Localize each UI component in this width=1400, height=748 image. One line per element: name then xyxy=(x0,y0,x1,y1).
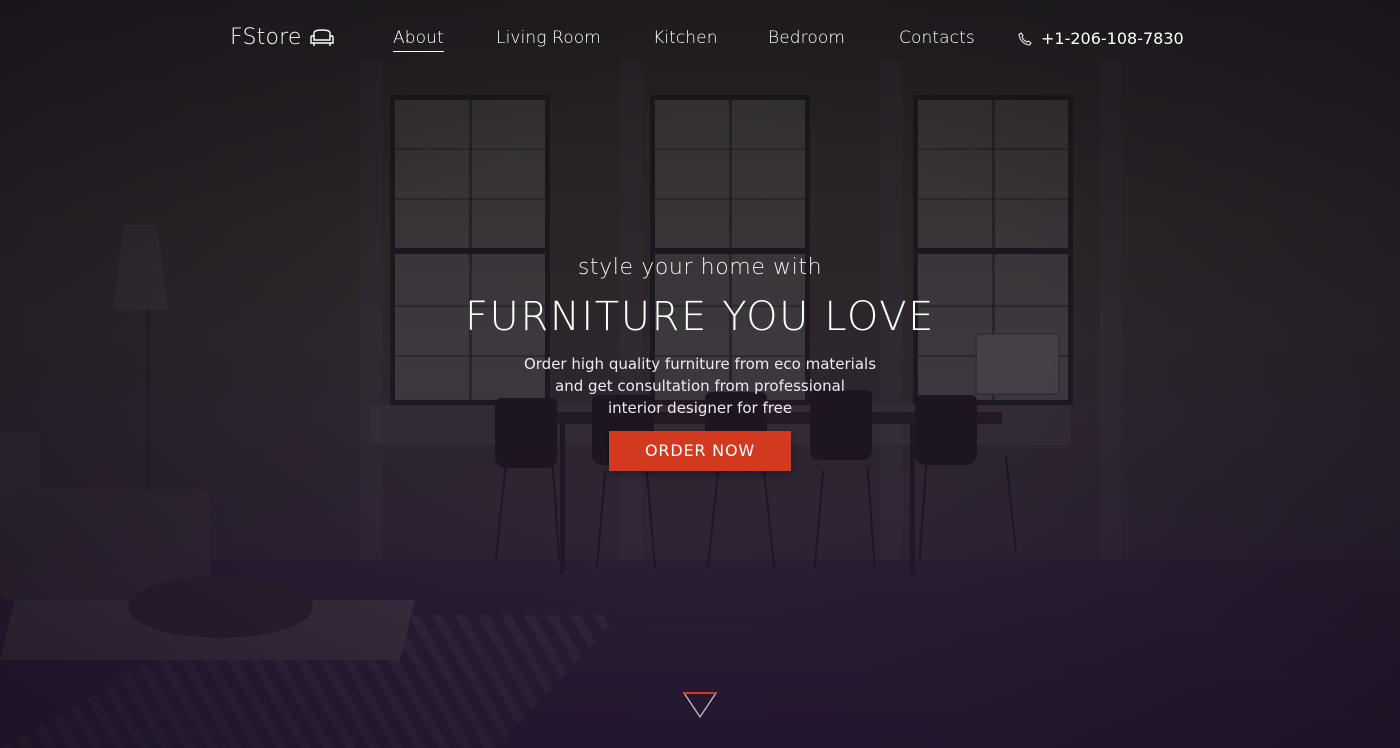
hero-description: Order high quality furniture from eco ma… xyxy=(0,353,1400,419)
nav-item-bedroom[interactable]: Bedroom xyxy=(768,28,845,48)
site-header: FStore About Living Room Kitchen Bedroom… xyxy=(0,0,1400,80)
hero-description-line: and get consultation from professional xyxy=(555,377,845,395)
phone-number: +1-206-108-7830 xyxy=(1041,29,1184,48)
nav-item-kitchen[interactable]: Kitchen xyxy=(653,28,718,48)
main-nav: About Living Room Kitchen Bedroom Contac… xyxy=(0,28,1400,58)
hero-title: FURNITURE YOU LOVE xyxy=(464,294,936,340)
phone-icon xyxy=(1018,31,1032,46)
hero-section: style your home with FURNITURE YOU LOVE … xyxy=(0,255,1400,471)
nav-item-contacts[interactable]: Contacts xyxy=(899,28,975,48)
nav-item-about[interactable]: About xyxy=(393,28,444,52)
order-now-button[interactable]: ORDER NOW xyxy=(609,431,791,471)
hero-description-line: Order high quality furniture from eco ma… xyxy=(523,355,877,373)
triangle-down-icon[interactable] xyxy=(682,691,718,719)
phone-contact[interactable]: +1-206-108-7830 xyxy=(1018,29,1184,48)
hero-kicker: style your home with xyxy=(577,255,823,280)
hero-description-line: interior designer for free xyxy=(607,399,793,417)
nav-item-living-room[interactable]: Living Room xyxy=(496,28,601,48)
